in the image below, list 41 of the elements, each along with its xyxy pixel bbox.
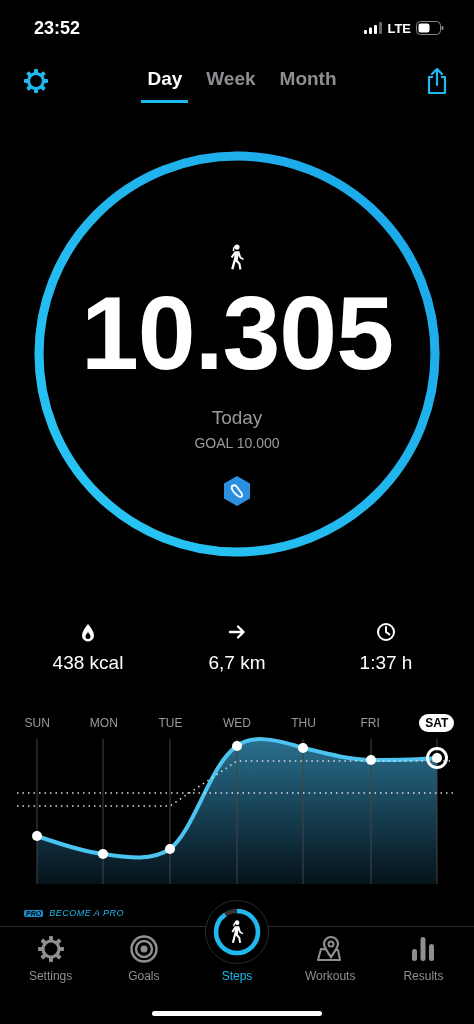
- battery-icon: [416, 21, 444, 35]
- network-label: LTE: [387, 20, 411, 36]
- day-label[interactable]: TUE: [152, 714, 189, 732]
- clock-icon: [376, 622, 396, 642]
- nav-tab[interactable]: Steps: [190, 897, 284, 987]
- period-tab[interactable]: Day: [141, 59, 189, 103]
- day-label[interactable]: MON: [83, 714, 124, 732]
- period-tab[interactable]: Month: [273, 59, 343, 103]
- stat-value: 6,7 km: [208, 652, 266, 674]
- arrow-icon: [227, 622, 247, 642]
- gear-icon: [36, 935, 65, 963]
- data-point: [366, 755, 376, 765]
- settings-icon[interactable]: [23, 68, 49, 94]
- period-label: Today: [211, 407, 263, 429]
- data-point: [165, 844, 175, 854]
- data-point: [232, 741, 242, 751]
- nav-tab[interactable]: Settings: [4, 927, 98, 987]
- day-label[interactable]: FRI: [354, 714, 386, 732]
- stat-value: 438 kcal: [52, 652, 124, 674]
- signal-icon: [364, 22, 383, 34]
- period-tab[interactable]: Week: [200, 59, 262, 103]
- become-pro-link[interactable]: BECOME A PRO: [49, 908, 125, 918]
- walking-ring-icon: [206, 901, 268, 963]
- current-point[interactable]: [426, 747, 448, 769]
- status-time: 23:52: [34, 17, 81, 39]
- day-label[interactable]: SUN: [18, 714, 56, 732]
- day-label[interactable]: WED: [217, 714, 257, 732]
- target-icon: [129, 935, 158, 963]
- day-label[interactable]: SAT: [419, 714, 455, 732]
- nav-tab[interactable]: Goals: [97, 927, 191, 987]
- nav-tab[interactable]: Workouts: [283, 927, 377, 987]
- shoe-badge-icon[interactable]: [222, 475, 252, 507]
- goal-label: GOAL 10.000: [194, 435, 280, 451]
- data-point: [98, 849, 108, 859]
- day-label[interactable]: THU: [285, 714, 322, 732]
- nav-tab[interactable]: Results: [376, 927, 470, 987]
- data-point: [32, 831, 42, 841]
- stat-value: 1:37 h: [359, 652, 413, 674]
- data-point: [298, 743, 308, 753]
- share-icon[interactable]: [425, 67, 449, 95]
- step-count: 10.305: [80, 281, 394, 385]
